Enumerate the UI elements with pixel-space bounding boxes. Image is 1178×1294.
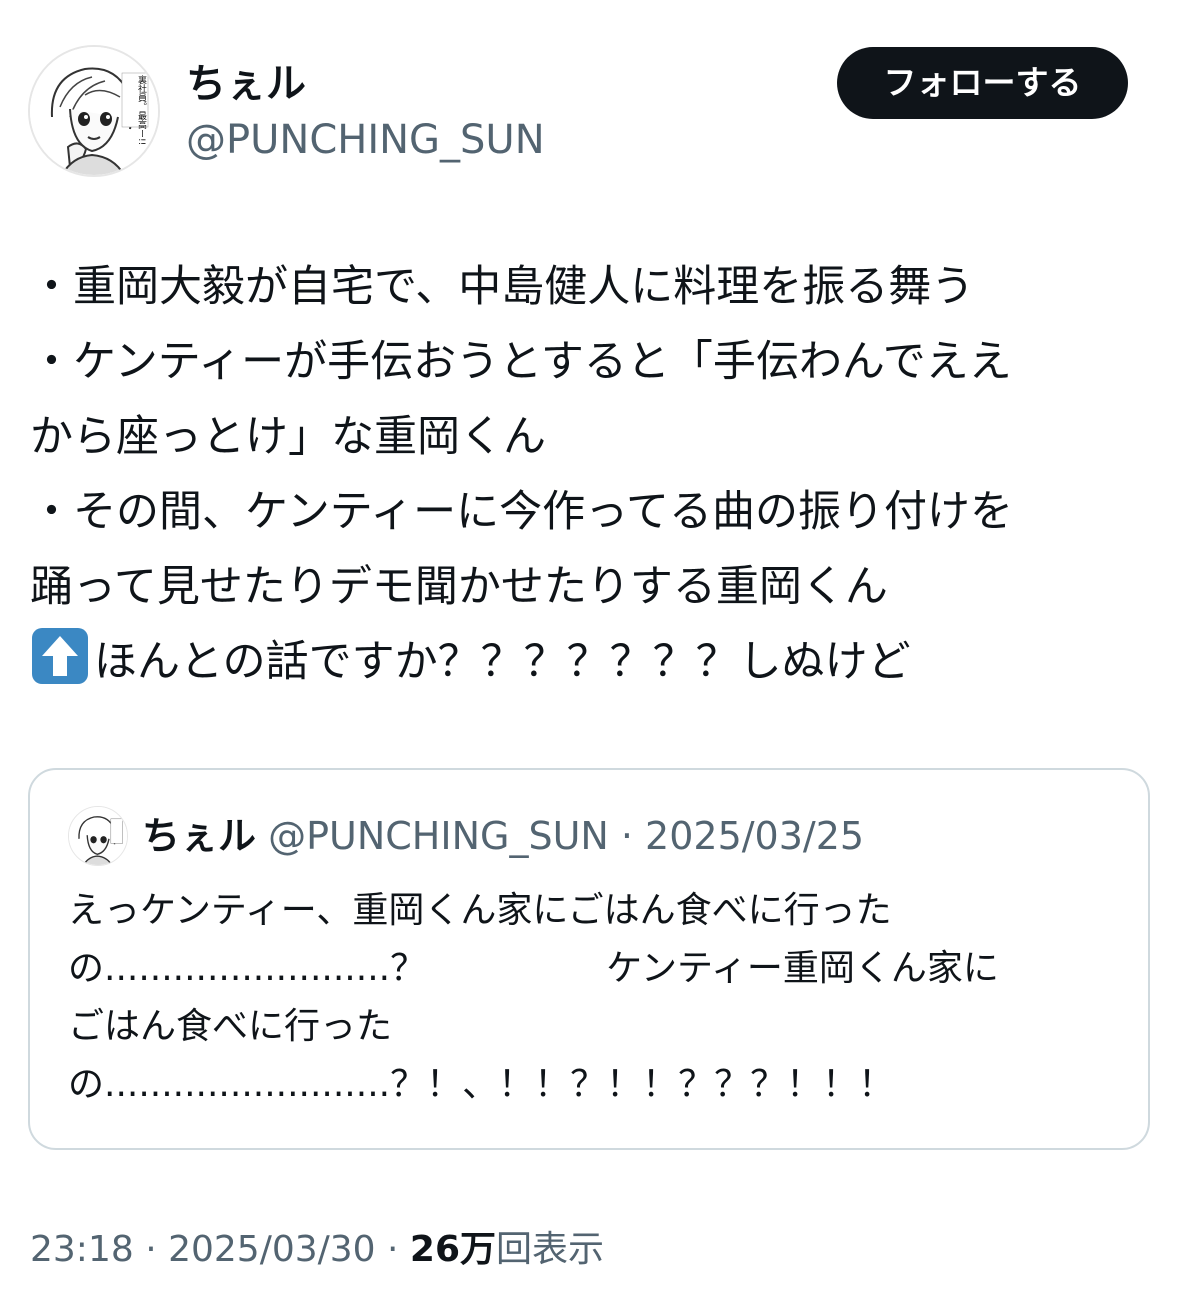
body-line: ・重岡大毅が自宅で、中島健人に料理を振る舞う <box>30 262 975 312</box>
quoted-tweet[interactable]: ちぇル @PUNCHING_SUN · 2025/03/25 えっケンティー、重… <box>28 768 1150 1150</box>
tweet: 裏社員。最高ー!! ちぇル @PUNCHING_SUN フォローする ・重岡大毅… <box>0 0 1178 1294</box>
author-avatar[interactable]: 裏社員。最高ー!! <box>28 45 160 177</box>
timestamp[interactable]: 23:18 · 2025/03/30 · <box>30 1229 410 1270</box>
body-line: 踊って見せたりデモ聞かせたりする重岡くん <box>30 562 888 612</box>
body-last-text: ほんとの話ですか？？？？？？？しぬけど <box>94 637 911 687</box>
views-label: 回表示 <box>496 1229 605 1270</box>
avatar-caption: 裏社員。最高ー!! <box>136 75 146 146</box>
body-line: ・ケンティーが手伝おうとすると「手伝わんでええ <box>30 337 1012 387</box>
quoted-line: の.........................？！、！！？！！？？？！！！ <box>68 1064 895 1105</box>
quoted-line: えっケンティー、重岡くん家にごはん食べに行った <box>68 890 892 931</box>
body-line-last: ほんとの話ですか？？？？？？？しぬけど <box>30 625 1140 700</box>
quoted-text: えっケンティー、重岡くん家にごはん食べに行った の...............… <box>68 882 1128 1114</box>
quoted-author-avatar <box>68 806 128 866</box>
body-line: ・その間、ケンティーに今作ってる曲の振り付けを <box>30 487 1013 537</box>
author-handle[interactable]: @PUNCHING_SUN <box>186 114 545 166</box>
up-arrow-emoji-icon <box>30 626 90 686</box>
tweet-footer: 23:18 · 2025/03/30 · 26万回表示 <box>30 1224 604 1276</box>
quoted-display-name: ちぇル <box>142 814 257 858</box>
views-count: 26万 <box>409 1229 497 1270</box>
author-display-name[interactable]: ちぇル <box>186 58 306 110</box>
quoted-header: ちぇル @PUNCHING_SUN · 2025/03/25 <box>142 810 864 862</box>
body-line: から座っとけ」な重岡くん <box>30 412 546 462</box>
follow-button[interactable]: フォローする <box>837 47 1128 119</box>
tweet-body: ・重岡大毅が自宅で、中島健人に料理を振る舞う ・ケンティーが手伝おうとすると「手… <box>30 250 1140 700</box>
quoted-line: ごはん食べに行った <box>68 1006 393 1047</box>
quoted-line: の.........................？ ケンティー重岡くん家に <box>68 948 999 989</box>
quoted-meta: @PUNCHING_SUN · 2025/03/25 <box>268 814 865 858</box>
